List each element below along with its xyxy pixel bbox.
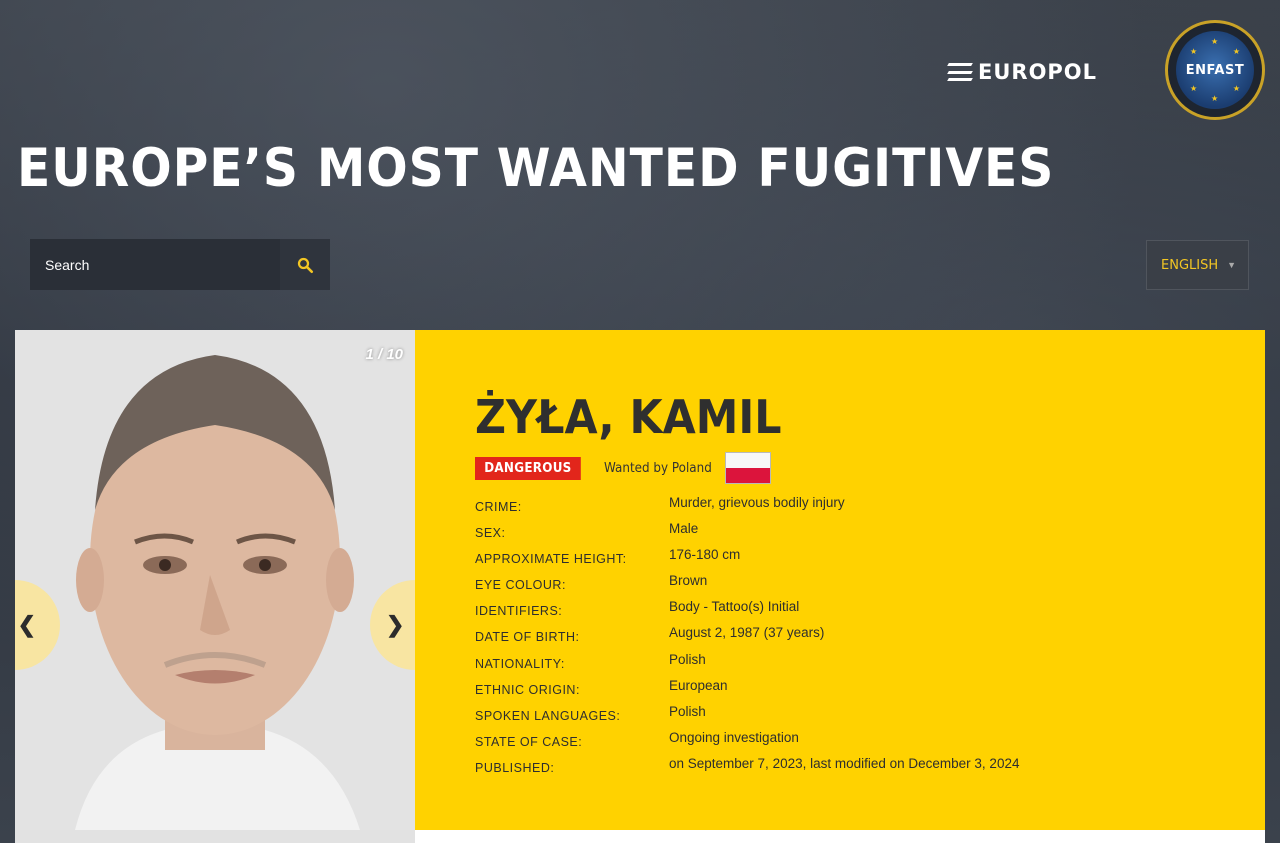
detail-value: August 2, 1987 (37 years) [669,625,825,641]
info-footer-strip [415,830,1265,843]
detail-value: Polish [669,703,706,719]
page-title: EUROPE’S MOST WANTED FUGITIVES [17,138,1055,199]
detail-row: APPROXIMATE HEIGHT: 176-180 cm [475,547,1019,573]
language-select[interactable]: ENGLISH ▼ [1146,240,1249,290]
detail-value: Body - Tattoo(s) Initial [669,599,800,615]
search-icon [297,257,314,273]
chevron-left-icon: ❮ [17,612,36,637]
detail-value: on September 7, 2023, last modified on D… [669,755,1020,771]
detail-row: PUBLISHED: on September 7, 2023, last mod… [475,756,1019,782]
detail-label: SEX: [475,526,506,541]
chevron-down-icon: ▼ [1227,260,1236,270]
search-button[interactable] [280,239,330,290]
detail-row: EYE COLOUR: Brown [475,573,1019,599]
search-box [30,239,330,290]
detail-value: Brown [669,573,708,589]
detail-label: ETHNIC ORIGIN: [475,682,580,697]
fugitive-portrait-image [15,330,415,830]
detail-value: Ongoing investigation [669,729,799,745]
europol-logo-text: EUROPOL [978,60,1098,84]
wanted-by-text: Wanted by Poland [603,460,712,476]
detail-value: European [669,677,728,693]
detail-row: STATE OF CASE: Ongoing investigation [475,730,1019,756]
europol-logo[interactable]: EUROPOL [947,60,1098,84]
status-row: DANGEROUS Wanted by Poland [475,452,772,484]
photo-gallery: 1 / 10 ❮ ❯ [15,330,415,843]
photo-footer-strip [15,830,415,843]
detail-label: SPOKEN LANGUAGES: [475,708,621,723]
enfast-logo-text: ENFAST [1185,62,1245,78]
detail-label: IDENTIFIERS: [475,604,563,619]
fugitive-info-panel: ŻYŁA, KAMIL DANGEROUS Wanted by Poland C… [415,330,1265,843]
detail-value: Murder, grievous bodily injury [669,495,845,510]
detail-value: Polish [669,651,706,667]
fugitive-photo [15,330,415,830]
europol-stripes-icon [947,63,973,81]
detail-label: EYE COLOUR: [475,578,566,593]
detail-row: DATE OF BIRTH: August 2, 1987 (37 years) [475,625,1019,651]
enfast-logo[interactable]: ★ ★ ★ ★ ★ ★ ENFAST [1165,20,1265,120]
dangerous-badge: DANGEROUS [475,456,581,480]
detail-row: SPOKEN LANGUAGES: Polish [475,704,1019,730]
detail-row: NATIONALITY: Polish [475,652,1019,678]
detail-label: APPROXIMATE HEIGHT: [475,552,627,567]
poland-flag-icon [725,452,772,484]
detail-value: Male [669,521,699,537]
fugitive-card: 1 / 10 ❮ ❯ ŻYŁA, KAMIL DANGEROUS Wanted … [15,330,1265,843]
search-input[interactable] [30,239,280,290]
language-selected-label: ENGLISH [1161,257,1219,273]
detail-label: NATIONALITY: [475,656,565,671]
detail-label: STATE OF CASE: [475,734,583,749]
detail-label: PUBLISHED: [475,760,555,775]
detail-row: IDENTIFIERS: Body - Tattoo(s) Initial [475,599,1019,625]
detail-row: ETHNIC ORIGIN: European [475,678,1019,704]
detail-label: CRIME: [475,500,522,514]
enfast-emblem-icon: ★ ★ ★ ★ ★ ★ ENFAST [1176,31,1254,109]
detail-value: 176-180 cm [669,547,741,563]
details-list: CRIME: Murder, grievous bodily injury SEX:… [475,495,1019,782]
fugitive-name: ŻYŁA, KAMIL [475,390,782,444]
detail-label: DATE OF BIRTH: [475,630,580,645]
detail-row: SEX: Male [475,521,1019,547]
detail-row: CRIME: Murder, grievous bodily injury [475,495,1019,521]
gallery-counter: 1 / 10 [365,346,403,363]
chevron-right-icon: ❯ [386,612,405,637]
